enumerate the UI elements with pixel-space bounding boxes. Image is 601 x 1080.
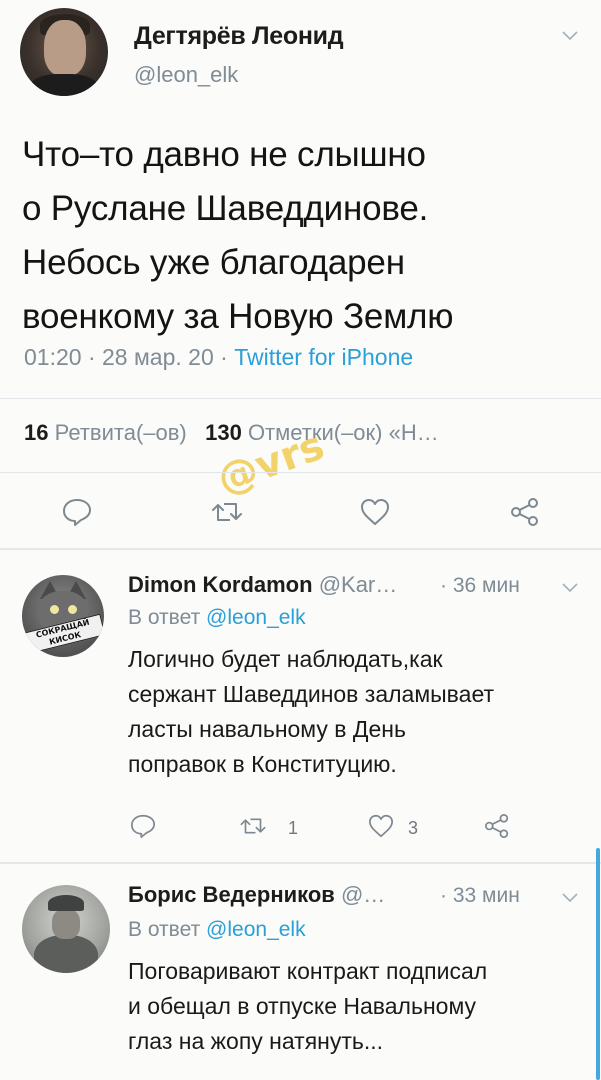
tweet-stats: 16 Ретвита(–ов) 130 Отметки(–ок) «Н… [24,420,439,446]
reply-author-name[interactable]: Dimon Kordamon [128,572,313,597]
share-icon[interactable] [510,498,540,526]
tweet-date: 28 мар. 20 [102,344,214,370]
reply-avatar[interactable]: СОКРАЩАЙ КИСОК [22,575,104,657]
chevron-down-icon[interactable] [562,890,578,908]
retweet-icon[interactable] [210,500,244,524]
tweet-meta: 01:20 · 28 мар. 20 · Twitter for iPhone [24,344,413,371]
chevron-down-icon[interactable] [562,28,578,46]
reply-text-line: поправок в Конституцию. [128,751,397,777]
likes-count[interactable]: 130 [205,420,242,445]
main-tweet: Дегтярёв Леонид @leon_elk Что–то давно н… [0,0,601,548]
reply-icon[interactable] [62,498,92,526]
reply-text-line: сержант Шаведдинов заламывает [128,681,495,707]
reply-icon[interactable] [130,814,156,838]
retweet-count: 1 [288,818,299,838]
retweet-icon[interactable] [238,816,268,836]
retweets-count[interactable]: 16 [24,420,48,445]
reply-text-line: Логично будет наблюдать,как [128,646,443,672]
reply-author-handle[interactable]: @Kar… [319,572,398,597]
meta-separator: · [87,344,96,370]
reply-avatar[interactable] [22,885,110,973]
reply-to-prefix: В ответ [128,606,201,629]
reply-to-mention[interactable]: @leon_elk [206,918,306,941]
reply-time: · 36 мин [440,574,520,597]
reply-text-line: Поговаривают контракт подписал [128,958,488,984]
author-avatar[interactable] [20,8,108,96]
share-icon[interactable] [484,814,510,838]
author-handle[interactable]: @leon_elk [134,62,238,88]
divider [0,398,601,399]
tweet-text-line: о Руслане Шаведдинове. [22,189,429,228]
reply-author-name[interactable]: Борис Ведерников [128,882,335,907]
reply-author[interactable]: Dimon Kordamon @Kar… [128,572,397,598]
reply-to-prefix: В ответ [128,918,201,941]
tweet-text-line: Что–то давно не слышно [22,135,426,174]
reply-text-line: глаз на жопу натянуть... [128,1028,384,1054]
reply-to: В ответ @leon_elk [128,918,306,942]
like-count: 3 [408,818,419,838]
tweet-text-line: Небось уже благодарен [22,243,405,282]
like-heart-icon[interactable] [360,498,390,526]
reply-to-mention[interactable]: @leon_elk [206,606,306,629]
reply-text-line: ласты навальному в День [128,716,406,742]
tweet-time: 01:20 [24,344,82,370]
reply-author-handle[interactable]: @… [341,882,385,907]
like-heart-icon[interactable] [368,814,394,838]
reply-text: Логично будет наблюдать,как сержант Шаве… [128,642,590,782]
reply-text-line: и обещал в отпуске Навальному [128,993,477,1019]
reply-to: В ответ @leon_elk [128,606,306,630]
meta-separator: · [220,344,228,370]
reply-text: Поговаривают контракт подписал и обещал … [128,954,590,1059]
scrollbar-thumb[interactable] [596,848,600,1080]
quotes-label[interactable]: «Н… [389,420,439,445]
retweets-label[interactable]: Ретвита(–ов) [55,420,187,445]
author-name[interactable]: Дегтярёв Леонид [134,22,344,51]
divider [0,862,601,864]
reply-time: · 33 мин [440,884,520,907]
divider [0,472,601,473]
tweet-source-link[interactable]: Twitter for iPhone [234,344,413,370]
reply-author[interactable]: Борис Ведерников @… [128,882,385,908]
tweet-text: Что–то давно не слышно о Руслане Шаведди… [22,128,582,344]
tweet-text-line: военкому за Новую Землю [22,297,454,336]
chevron-down-icon[interactable] [562,580,578,598]
